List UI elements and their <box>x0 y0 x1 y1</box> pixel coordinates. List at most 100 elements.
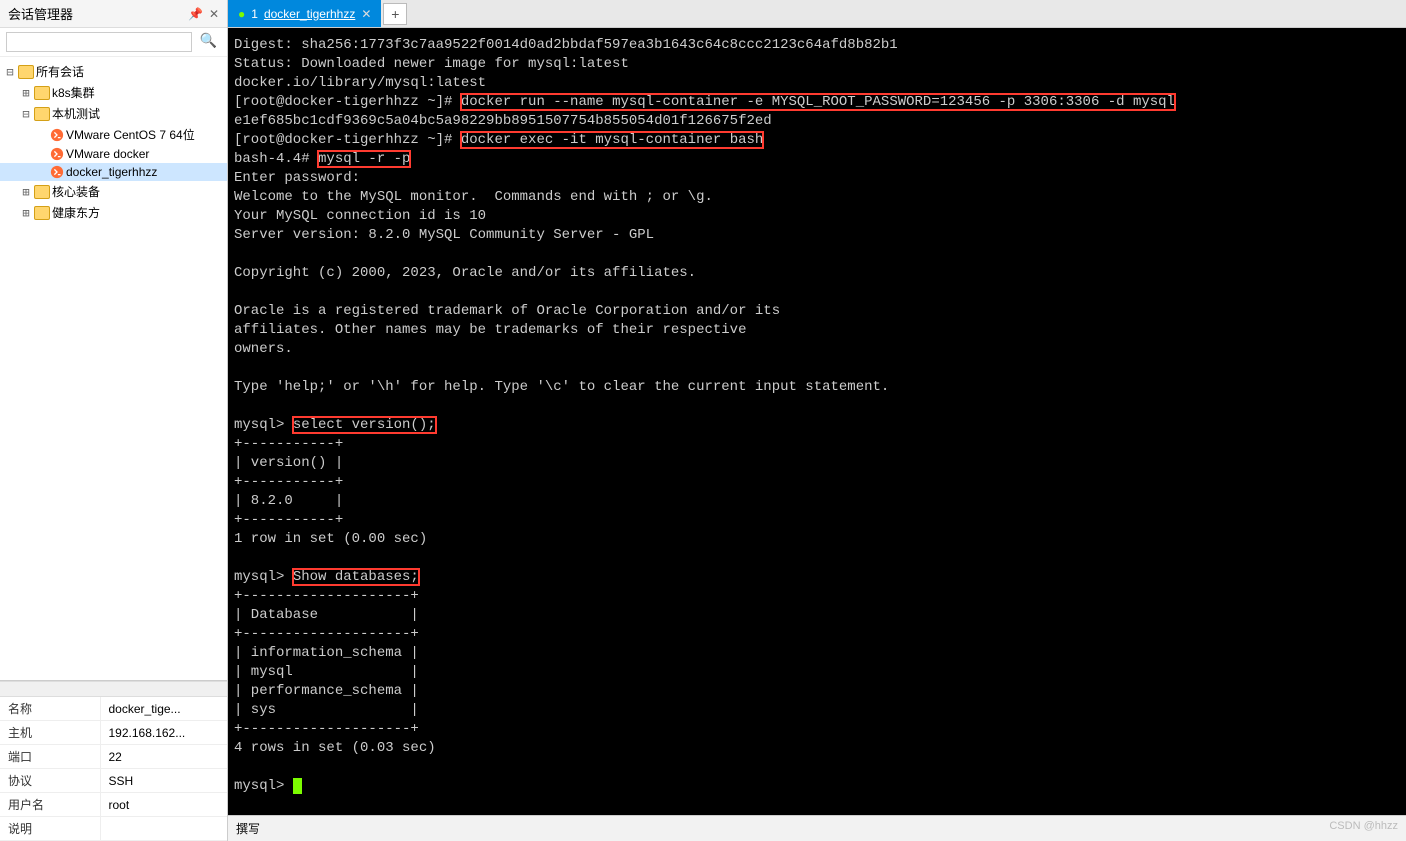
line: +--------------------+ <box>234 721 419 737</box>
search-icon[interactable]: 🔍 <box>196 32 221 52</box>
watermark: CSDN @hhzz <box>1329 820 1398 837</box>
expand-icon[interactable]: ⊞ <box>20 206 32 220</box>
line: | 8.2.0 | <box>234 493 343 509</box>
prop-key: 端口 <box>0 745 100 769</box>
main-area: ● 1 docker_tigerhhzz ✕ + Digest: sha256:… <box>228 0 1406 841</box>
status-bar: 撰写 CSDN @hhzz <box>228 815 1406 841</box>
new-tab-button[interactable]: + <box>383 3 407 25</box>
prop-value: docker_tige... <box>100 697 227 721</box>
tree-item-k8s[interactable]: ⊞ k8s集群 <box>0 82 227 103</box>
sidebar-title: 会话管理器 <box>8 4 188 23</box>
prop-value: 22 <box>100 745 227 769</box>
prop-row: 协议SSH <box>0 769 227 793</box>
prompt: mysql> <box>234 778 293 794</box>
prop-value: 192.168.162... <box>100 721 227 745</box>
tree-item-docker[interactable]: VMware docker <box>0 145 227 163</box>
line: Your MySQL connection id is 10 <box>234 208 486 224</box>
tree-root[interactable]: ⊟ 所有会话 <box>0 61 227 82</box>
pin-icon[interactable]: 📌 <box>188 7 203 21</box>
line: Copyright (c) 2000, 2023, Oracle and/or … <box>234 265 696 281</box>
scroll-area[interactable] <box>0 681 227 697</box>
status-left[interactable]: 撰写 <box>236 820 260 837</box>
sidebar: 会话管理器 📌 ✕ 🔍 ⊟ 所有会话 ⊞ k8s集群 ⊟ 本机测试 VMware… <box>0 0 228 841</box>
line: +-----------+ <box>234 436 343 452</box>
line: docker.io/library/mysql:latest <box>234 75 486 91</box>
cursor <box>293 778 302 794</box>
line: Enter password: <box>234 170 360 186</box>
prompt: [root@docker-tigerhhzz ~]# <box>234 94 461 110</box>
line: | sys | <box>234 702 419 718</box>
line: Oracle is a registered trademark of Orac… <box>234 303 780 319</box>
prop-row: 名称docker_tige... <box>0 697 227 721</box>
expand-icon[interactable]: ⊞ <box>20 86 32 100</box>
tree-label: 健康东方 <box>52 204 100 221</box>
tab-index: 1 <box>251 7 258 21</box>
tree-label: VMware CentOS 7 64位 <box>66 126 195 143</box>
collapse-icon[interactable]: ⊟ <box>4 65 16 79</box>
tree-item-centos[interactable]: VMware CentOS 7 64位 <box>0 124 227 145</box>
terminal-icon <box>50 147 64 161</box>
tree-label: k8s集群 <box>52 84 95 101</box>
cmd-docker-exec: docker exec -it mysql-container bash <box>461 132 763 148</box>
terminal-icon <box>50 165 64 179</box>
tab-title: docker_tigerhhzz <box>264 7 355 21</box>
prop-value: SSH <box>100 769 227 793</box>
properties-table: 名称docker_tige... 主机192.168.162... 端口22 协… <box>0 697 227 841</box>
cmd-show-databases: Show databases; <box>293 569 419 585</box>
search-input[interactable] <box>6 32 192 52</box>
sidebar-header: 会话管理器 📌 ✕ <box>0 0 227 28</box>
line: Status: Downloaded newer image for mysql… <box>234 56 629 72</box>
prompt: [root@docker-tigerhhzz ~]# <box>234 132 461 148</box>
line: Digest: sha256:1773f3c7aa9522f0014d0ad2b… <box>234 37 898 53</box>
tree-label: 本机测试 <box>52 105 100 122</box>
line: Server version: 8.2.0 MySQL Community Se… <box>234 227 654 243</box>
folder-icon <box>34 107 50 121</box>
folder-icon <box>34 185 50 199</box>
line: | version() | <box>234 455 343 471</box>
cmd-docker-run: docker run --name mysql-container -e MYS… <box>461 94 1175 110</box>
line: +--------------------+ <box>234 626 419 642</box>
line: +--------------------+ <box>234 588 419 604</box>
prop-key: 说明 <box>0 817 100 841</box>
line: Welcome to the MySQL monitor. Commands e… <box>234 189 713 205</box>
line: | performance_schema | <box>234 683 419 699</box>
tree-label: docker_tigerhhzz <box>66 165 157 179</box>
prop-row: 用户名root <box>0 793 227 817</box>
tree-item-local[interactable]: ⊟ 本机测试 <box>0 103 227 124</box>
line: | Database | <box>234 607 419 623</box>
close-icon[interactable]: ✕ <box>209 7 219 21</box>
line: Type 'help;' or '\h' for help. Type '\c'… <box>234 379 889 395</box>
tree-item-core[interactable]: ⊞ 核心装备 <box>0 181 227 202</box>
cmd-select-version: select version(); <box>293 417 436 433</box>
line: e1ef685bc1cdf9369c5a04bc5a98229bb8951507… <box>234 113 772 129</box>
line: owners. <box>234 341 293 357</box>
tree-label: VMware docker <box>66 147 149 161</box>
prop-key: 名称 <box>0 697 100 721</box>
collapse-icon[interactable]: ⊟ <box>20 107 32 121</box>
prompt: mysql> <box>234 569 293 585</box>
properties-panel: 名称docker_tige... 主机192.168.162... 端口22 协… <box>0 680 227 841</box>
prop-row: 主机192.168.162... <box>0 721 227 745</box>
expand-icon[interactable]: ⊞ <box>20 185 32 199</box>
tree-item-tigerhhzz[interactable]: docker_tigerhhzz <box>0 163 227 181</box>
line: 4 rows in set (0.03 sec) <box>234 740 436 756</box>
tab-active[interactable]: ● 1 docker_tigerhhzz ✕ <box>228 0 381 27</box>
line: 1 row in set (0.00 sec) <box>234 531 427 547</box>
session-tree: ⊟ 所有会话 ⊞ k8s集群 ⊟ 本机测试 VMware CentOS 7 64… <box>0 57 227 680</box>
tab-bar: ● 1 docker_tigerhhzz ✕ + <box>228 0 1406 28</box>
line: +-----------+ <box>234 512 343 528</box>
search-row: 🔍 <box>0 28 227 57</box>
prompt: mysql> <box>234 417 293 433</box>
line: affiliates. Other names may be trademark… <box>234 322 746 338</box>
folder-icon <box>34 206 50 220</box>
terminal-icon <box>50 128 64 142</box>
prop-key: 协议 <box>0 769 100 793</box>
tab-status-icon: ● <box>238 7 245 21</box>
terminal-output[interactable]: Digest: sha256:1773f3c7aa9522f0014d0ad2b… <box>228 28 1406 815</box>
line: | mysql | <box>234 664 419 680</box>
tab-close-icon[interactable]: ✕ <box>361 7 371 21</box>
prop-key: 主机 <box>0 721 100 745</box>
prop-value <box>100 817 227 841</box>
tree-item-health[interactable]: ⊞ 健康东方 <box>0 202 227 223</box>
tree-label: 所有会话 <box>36 63 84 80</box>
